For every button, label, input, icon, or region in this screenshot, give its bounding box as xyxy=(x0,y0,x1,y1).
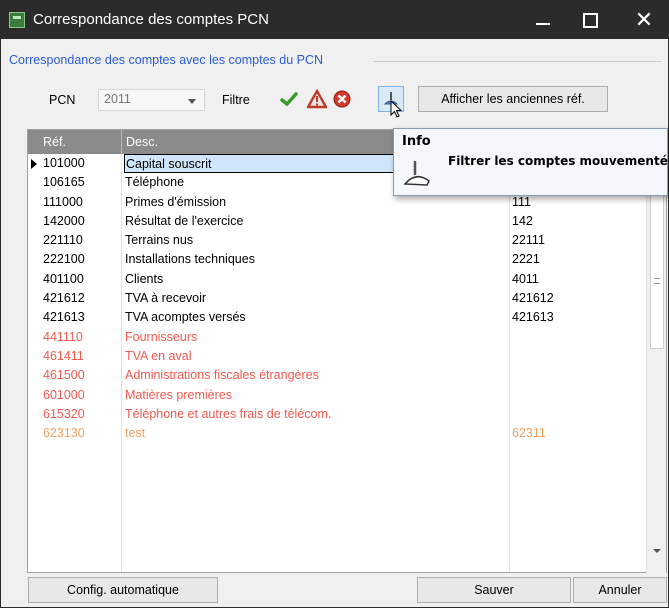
pcn-year-value: 2011 xyxy=(104,92,131,106)
cell-pcn: 142 xyxy=(512,213,533,228)
table-row[interactable]: 421612 TVA à recevoir 421612 xyxy=(28,289,648,308)
cell-ref: 111000 xyxy=(43,194,83,209)
cell-pcn: 4011 xyxy=(512,271,539,286)
header-separator xyxy=(121,130,122,154)
table-row[interactable]: 461411 TVA en aval xyxy=(28,347,648,366)
cell-pcn: 22111 xyxy=(512,233,545,248)
maximize-icon xyxy=(582,13,598,28)
checkmark-icon[interactable] xyxy=(279,89,299,109)
minimize-button[interactable] xyxy=(520,1,566,39)
title-bar[interactable]: Correspondance des comptes PCN ✕ xyxy=(1,1,668,39)
cell-ref: 441110 xyxy=(43,329,83,344)
table-row[interactable]: 421613 TVA acomptes versés 421613 xyxy=(28,308,648,327)
cell-desc: Administrations fiscales étrangères xyxy=(125,368,319,383)
mouse-cursor-icon xyxy=(390,100,402,118)
tooltip-text: Filtrer les comptes mouvementés xyxy=(448,154,669,168)
cancel-button[interactable]: Annuler xyxy=(573,577,667,603)
maximize-button[interactable] xyxy=(567,1,613,39)
cell-ref: 615320 xyxy=(43,406,85,421)
dialog-window: Correspondance des comptes PCN ✕ Corresp… xyxy=(0,0,669,608)
grid-rows: 101000 Capital souscrit 106165 Téléphone 111… xyxy=(28,154,648,443)
tooltip-title: Info xyxy=(402,134,431,149)
cell-ref: 101000 xyxy=(43,156,85,170)
table-row[interactable]: 142000 Résultat de l'exercice 142 xyxy=(28,212,648,231)
table-row[interactable]: 221110 Terrains nus 22111 xyxy=(28,231,648,250)
cell-desc: Résultat de l'exercice xyxy=(125,213,244,228)
close-button[interactable]: ✕ xyxy=(621,1,667,39)
warning-icon[interactable] xyxy=(305,88,329,109)
cell-desc: Téléphone et autres frais de télécom. xyxy=(125,406,332,421)
table-row[interactable]: 623130 test 62311 xyxy=(28,424,648,443)
auto-config-button[interactable]: Config. automatique xyxy=(28,577,218,603)
window-title: Correspondance des comptes PCN xyxy=(33,11,269,28)
cell-ref: 421613 xyxy=(43,310,85,325)
cell-desc: Terrains nus xyxy=(125,233,194,248)
cell-desc: Matières premières xyxy=(125,387,232,402)
error-icon[interactable] xyxy=(332,89,352,109)
table-row[interactable]: 615320 Téléphone et autres frais de téléc… xyxy=(28,405,648,424)
scroll-down-icon[interactable] xyxy=(653,549,661,553)
cell-desc: Fournisseurs xyxy=(125,329,198,344)
cell-pcn: 421613 xyxy=(512,310,554,325)
header-ref[interactable]: Réf. xyxy=(43,135,66,149)
cell-desc: Installations techniques xyxy=(125,252,255,267)
cell-desc: TVA à recevoir xyxy=(125,291,207,306)
cell-desc: Clients xyxy=(125,271,164,286)
cell-desc: TVA acomptes versés xyxy=(125,310,246,325)
filter-moved-icon xyxy=(403,161,430,186)
cell-pcn: 62311 xyxy=(512,426,546,441)
header-desc[interactable]: Desc. xyxy=(126,135,158,149)
cell-ref: 222100 xyxy=(43,252,85,267)
cell-ref: 461500 xyxy=(43,368,85,383)
cell-pcn: 421612 xyxy=(512,291,554,306)
info-tooltip: Info Filtrer les comptes mouvementés xyxy=(393,128,669,196)
cell-desc: TVA en aval xyxy=(125,348,192,363)
cell-pcn: 2221 xyxy=(512,252,540,267)
filter-label: Filtre xyxy=(222,93,250,107)
cell-ref: 221110 xyxy=(43,233,83,248)
cell-ref: 421612 xyxy=(43,291,85,306)
table-row[interactable]: 461500 Administrations fiscales étrangère… xyxy=(28,366,648,385)
cell-ref: 401100 xyxy=(43,271,84,286)
pcn-label: PCN xyxy=(49,93,76,107)
cell-ref: 601000 xyxy=(43,387,85,402)
group-divider xyxy=(373,61,661,62)
show-old-refs-button[interactable]: Afficher les anciennes réf. xyxy=(418,86,608,112)
table-row[interactable]: 441110 Fournisseurs xyxy=(28,328,648,347)
group-label: Correspondance des comptes avec les comp… xyxy=(9,53,328,67)
app-icon xyxy=(9,12,25,28)
cell-desc: test xyxy=(125,426,146,441)
table-row[interactable]: 401100 Clients 4011 xyxy=(28,270,648,289)
cell-ref: 461411 xyxy=(43,348,84,363)
cell-ref: 106165 xyxy=(43,175,85,190)
table-row[interactable]: 222100 Installations techniques 2221 xyxy=(28,250,648,269)
cell-ref: 142000 xyxy=(43,213,85,228)
minimize-icon xyxy=(536,23,550,25)
cell-ref: 623130 xyxy=(43,426,85,441)
pcn-year-select[interactable]: 2011 xyxy=(98,89,205,111)
table-row[interactable]: 601000 Matières premières xyxy=(28,386,648,405)
grip-icon xyxy=(654,278,660,284)
chevron-down-icon xyxy=(188,99,196,104)
row-pointer-icon xyxy=(31,159,37,169)
save-button[interactable]: Sauver xyxy=(417,577,571,603)
